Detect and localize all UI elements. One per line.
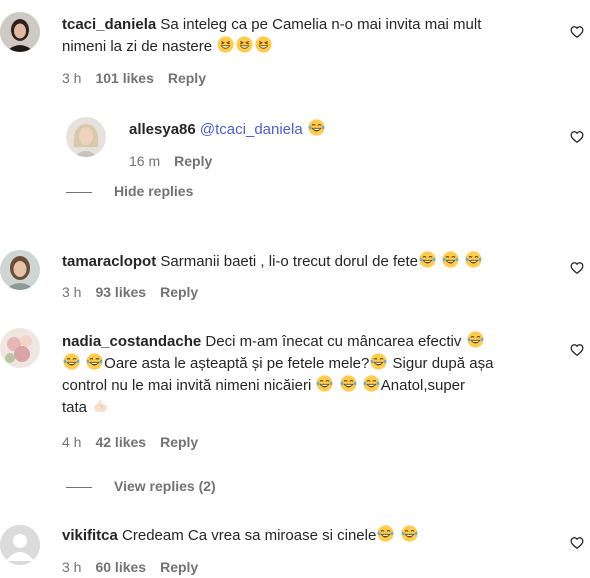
face-with-tears-of-joy-emoji (467, 331, 484, 348)
face-with-tears-of-joy-emoji (316, 375, 333, 392)
divider (66, 486, 92, 488)
face-with-tears-of-joy-emoji (401, 525, 418, 542)
face-with-tears-of-joy-emoji (308, 119, 325, 136)
comment-text: allesya86 @tcaci_daniela (129, 119, 326, 141)
comment-vikifitca: vikifitca Credeam Ca vrea sa miroase si … (0, 515, 590, 578)
comment-tcaci-daniela: tcaci_daniela Sa inteleg ca pe Camelia n… (0, 0, 590, 100)
reply-button[interactable]: Reply (174, 153, 212, 169)
divider (66, 191, 92, 193)
comment-meta: 3 h 60 likes Reply (62, 558, 212, 576)
comment-meta: 16 m Reply (129, 152, 226, 170)
face-with-tears-of-joy-emoji (63, 353, 80, 370)
heart-icon[interactable] (570, 536, 584, 550)
grinning-squinting-face-emoji (217, 36, 234, 53)
face-with-tears-of-joy-emoji (370, 353, 387, 370)
comment-nadia-costandache: nadia_costandache Deci m-am înecat cu mâ… (0, 320, 590, 460)
reply-button[interactable]: Reply (168, 70, 206, 86)
default-user-avatar-icon[interactable] (0, 525, 40, 565)
hide-replies-button[interactable]: Hide replies (66, 182, 193, 200)
grinning-squinting-face-emoji (236, 36, 253, 53)
username[interactable]: allesya86 (129, 121, 196, 138)
username[interactable]: tamaraclopot (62, 253, 156, 270)
avatar[interactable] (0, 12, 40, 52)
grinning-squinting-face-emoji (255, 36, 272, 53)
timestamp: 3 h (62, 559, 82, 575)
comment-tamaraclopot: tamaraclopot Sarmanii baeti , li-o trecu… (0, 240, 590, 310)
face-with-tears-of-joy-emoji (442, 251, 459, 268)
avatar[interactable] (0, 250, 40, 290)
heart-icon[interactable] (570, 343, 584, 357)
likes-count[interactable]: 42 likes (95, 434, 146, 450)
heart-icon[interactable] (570, 261, 584, 275)
reply-button[interactable]: Reply (160, 434, 198, 450)
face-with-tears-of-joy-emoji (363, 375, 380, 392)
heart-icon[interactable] (570, 130, 584, 144)
likes-count[interactable]: 93 likes (95, 284, 146, 300)
comment-text: tamaraclopot Sarmanii baeti , li-o trecu… (62, 251, 483, 273)
face-with-tears-of-joy-emoji (86, 353, 103, 370)
username[interactable]: vikifitca (62, 527, 118, 544)
comment-meta: 3 h 101 likes Reply (62, 69, 220, 87)
likes-count[interactable]: 101 likes (95, 70, 153, 86)
avatar[interactable] (0, 328, 40, 368)
likes-count[interactable]: 60 likes (95, 559, 146, 575)
username[interactable]: nadia_costandache (62, 333, 201, 350)
timestamp: 3 h (62, 70, 82, 86)
timestamp: 3 h (62, 284, 82, 300)
comment-meta: 4 h 42 likes Reply (62, 433, 212, 451)
avatar[interactable] (66, 117, 106, 157)
view-replies-button[interactable]: View replies (2) (66, 477, 216, 495)
face-with-tears-of-joy-emoji (419, 251, 436, 268)
timestamp: 4 h (62, 434, 82, 450)
reply-allesya86: allesya86 @tcaci_daniela 16 m Reply (0, 100, 590, 180)
face-with-tears-of-joy-emoji (465, 251, 482, 268)
comment-text: vikifitca Credeam Ca vrea sa miroase si … (62, 525, 419, 547)
heart-icon[interactable] (570, 25, 584, 39)
comment-meta: 3 h 93 likes Reply (62, 283, 212, 301)
comment-text: nadia_costandache Deci m-am înecat cu mâ… (62, 331, 494, 416)
reply-button[interactable]: Reply (160, 284, 198, 300)
reply-button[interactable]: Reply (160, 559, 198, 575)
comment-text: tcaci_daniela Sa inteleg ca pe Camelia n… (62, 16, 482, 55)
mention-link[interactable]: @tcaci_daniela (200, 121, 303, 138)
flexed-biceps-emoji (92, 397, 109, 414)
face-with-tears-of-joy-emoji (377, 525, 394, 542)
face-with-tears-of-joy-emoji (340, 375, 357, 392)
timestamp: 16 m (129, 153, 161, 169)
username[interactable]: tcaci_daniela (62, 16, 156, 33)
